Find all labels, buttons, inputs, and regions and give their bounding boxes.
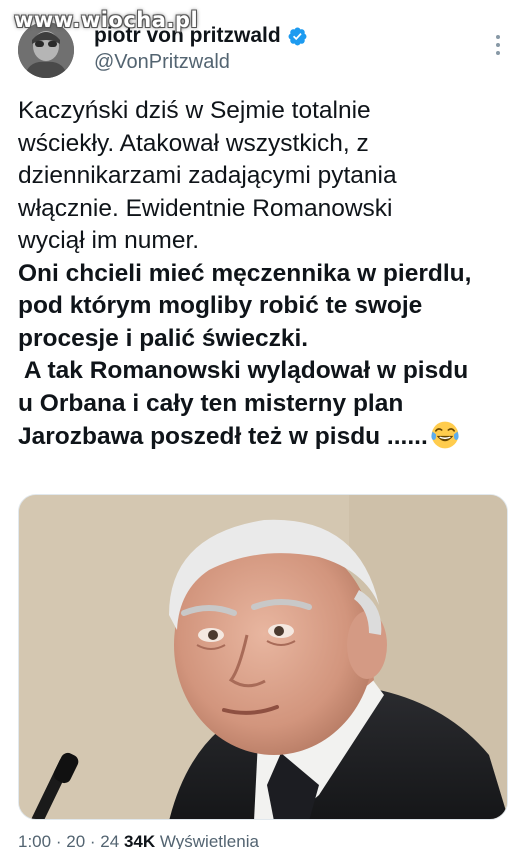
dot (496, 51, 500, 55)
tweet-last-line: Jarozbawa poszedł też w pisdu ...... (18, 420, 510, 454)
tweet-line-bold: procesje i palić świeczki. (18, 324, 309, 352)
views-count: 34K (123, 832, 156, 849)
tweet-line: wściekły. Atakował wszystkich, z (18, 129, 369, 157)
verified-badge-icon (288, 27, 307, 45)
author-handle[interactable]: @VonPritzwald (94, 51, 230, 74)
tweet-line-bold: Oni chcieli mieć męczennika w pierdlu, (18, 259, 472, 287)
tweet-line-bold: pod którym mogliby robić te swoje (18, 292, 423, 319)
tweet-line-bold: u Orbana i cały ten misterny plan (18, 389, 404, 417)
tears-of-joy-emoji-icon (431, 421, 459, 449)
tweet-line-bold: Jarozbawa poszedł też w pisdu ...... (18, 423, 428, 450)
tweet-line: włącznie. Ewidentnie Romanowski (18, 194, 393, 222)
views-label: Wyświetlenia (159, 832, 259, 849)
tweet-year[interactable]: 24 (100, 832, 119, 849)
tweet-time[interactable]: 1:00 (18, 832, 51, 849)
tweet-line: wyciął im numer. (18, 227, 200, 254)
tweet-line: dziennikarzami zadającymi pytania (18, 162, 397, 189)
portrait-photo-image (19, 495, 507, 819)
separator: · (89, 832, 96, 849)
tweet-text: Kaczyński dziś w Sejmie totalnie wściekł… (18, 95, 510, 454)
dot (496, 43, 500, 47)
separator: · (55, 832, 62, 849)
tweet-date[interactable]: 20 (66, 832, 85, 849)
dot (496, 35, 500, 39)
more-options-icon[interactable] (488, 30, 508, 60)
tweet-line: Kaczyński dziś w Sejmie totalnie (18, 97, 371, 124)
site-watermark: www.wiocha.pl (14, 8, 199, 32)
tweet-media-photo[interactable] (18, 494, 508, 820)
tweet-line-bold: A tak Romanowski wylądował w pisdu (18, 357, 469, 384)
tweet-meta: 1:00 · 20 · 24 34K Wyświetlenia (18, 832, 508, 849)
